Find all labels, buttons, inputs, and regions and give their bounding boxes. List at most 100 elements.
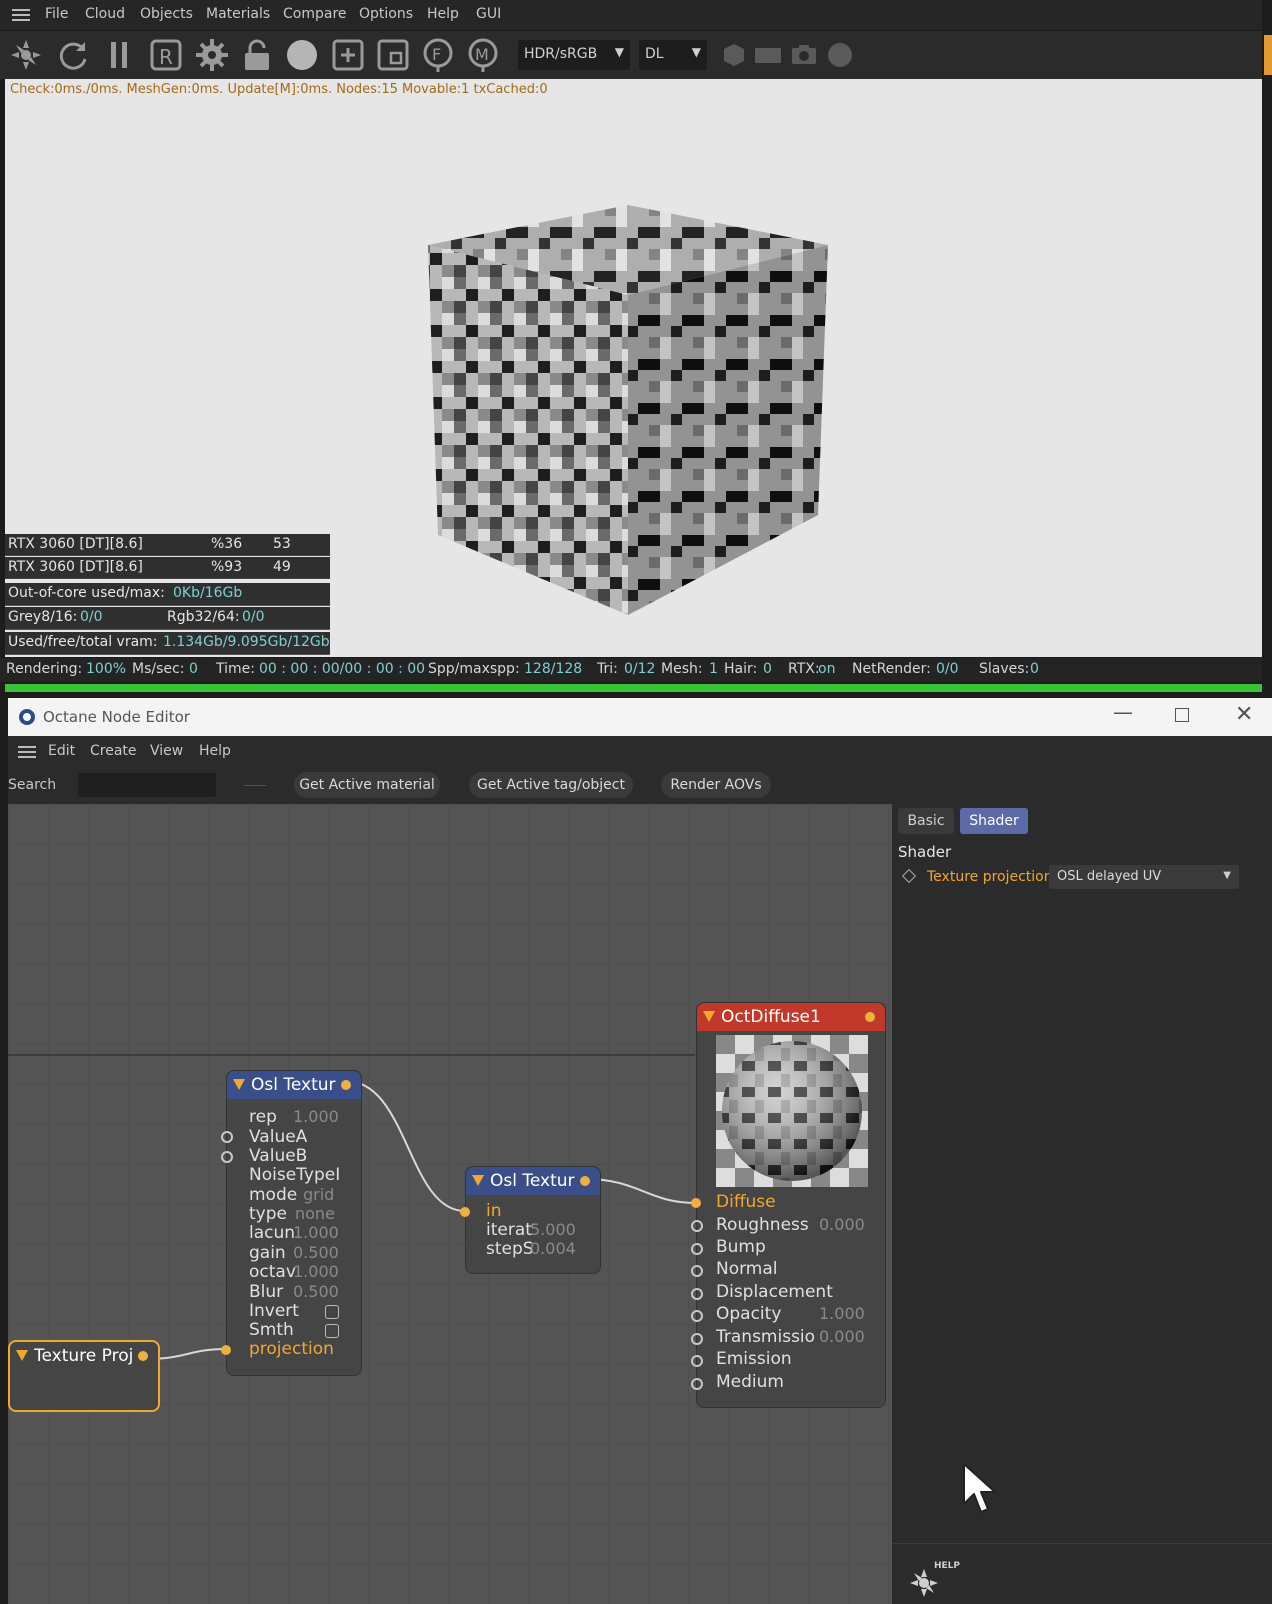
gear-icon[interactable] (194, 37, 230, 73)
node-header[interactable]: Texture Proj (10, 1342, 158, 1370)
search-input[interactable] (78, 773, 216, 797)
color-mode-select[interactable]: HDR/sRGB ▼ (518, 40, 630, 70)
rectangle-icon[interactable] (750, 37, 786, 73)
input-pin[interactable] (221, 1345, 231, 1355)
param-label: Blur (249, 1282, 284, 1302)
kernel-select[interactable]: DL ▼ (639, 40, 707, 70)
hamburger-menu-icon[interactable] (12, 6, 30, 24)
f-icon[interactable]: F (420, 37, 456, 73)
input-pin[interactable] (691, 1378, 703, 1390)
svg-text:R: R (159, 45, 173, 69)
invert-checkbox[interactable] (325, 1305, 339, 1319)
render-aovs-button[interactable]: Render AOVs (661, 772, 771, 798)
output-pin[interactable] (580, 1176, 590, 1186)
param-value[interactable]: 0.000 (819, 1327, 865, 1346)
region-icon[interactable] (375, 37, 411, 73)
collapse-triangle-icon[interactable] (472, 1175, 484, 1186)
menu-materials[interactable]: Materials (206, 6, 270, 22)
input-pin[interactable] (691, 1265, 703, 1277)
collapse-triangle-icon[interactable] (703, 1011, 715, 1022)
param-label: NoiseTypeI (249, 1165, 341, 1185)
texture-projection-select[interactable]: OSL delayed UV ▼ (1049, 865, 1239, 889)
input-pin[interactable] (691, 1333, 703, 1345)
r-icon[interactable]: R (148, 37, 184, 73)
param-value[interactable]: 1.000 (819, 1304, 865, 1323)
oct-diffuse-node[interactable]: OctDiffuse1 Diffuse Roughness 0.000 Bump… (691, 1002, 886, 1408)
ne-menu-create[interactable]: Create (90, 743, 137, 759)
menu-options[interactable]: Options (359, 6, 413, 22)
sphere-icon[interactable] (284, 37, 320, 73)
param-value[interactable]: 5.000 (530, 1220, 576, 1239)
param-value[interactable]: 0.000 (819, 1215, 865, 1234)
circle-icon[interactable] (822, 37, 858, 73)
output-pin[interactable] (138, 1351, 148, 1361)
param-value[interactable]: grid (303, 1185, 334, 1204)
smooth-checkbox[interactable] (325, 1324, 339, 1338)
param-value[interactable]: 0.500 (293, 1282, 339, 1301)
param-label: in (486, 1201, 502, 1221)
add-region-icon[interactable] (330, 37, 366, 73)
input-pin[interactable] (691, 1198, 701, 1208)
camera-icon[interactable] (786, 37, 822, 73)
param-value[interactable]: none (295, 1204, 335, 1223)
get-active-material-button[interactable]: Get Active material (294, 772, 440, 798)
param-value[interactable]: 1.000 (293, 1262, 339, 1281)
param-value[interactable]: 0.500 (293, 1243, 339, 1262)
m-icon[interactable]: M (465, 37, 501, 73)
minimize-icon[interactable]: — (1113, 700, 1133, 724)
input-pin[interactable] (221, 1131, 233, 1143)
osl-texture-node[interactable]: Osl Textur in iterat 5.000 stepS 0.004 (460, 1166, 601, 1274)
ne-menu-edit[interactable]: Edit (48, 743, 75, 759)
param-label: stepS (486, 1239, 534, 1259)
menu-help[interactable]: Help (427, 6, 459, 22)
input-pin[interactable] (691, 1288, 703, 1300)
texture-projection-node[interactable]: Texture Proj (8, 1340, 160, 1412)
octane-logo-icon[interactable] (8, 37, 44, 73)
collapse-triangle-icon[interactable] (16, 1350, 28, 1361)
ne-menu-help[interactable]: Help (199, 743, 231, 759)
hamburger-menu-icon[interactable] (18, 743, 36, 761)
input-pin[interactable] (691, 1355, 703, 1367)
input-pin[interactable] (691, 1310, 703, 1322)
menu-objects[interactable]: Objects (140, 6, 193, 22)
collapse-triangle-icon[interactable] (233, 1079, 245, 1090)
param-label: Opacity (716, 1304, 782, 1324)
node-header[interactable]: OctDiffuse1 (697, 1003, 885, 1031)
refresh-icon[interactable] (55, 37, 91, 73)
input-pin[interactable] (691, 1220, 703, 1232)
time-value: 00 : 00 : 00/00 : 00 : 00 (259, 661, 426, 677)
param-label: type (249, 1204, 287, 1224)
osl-texture-node[interactable]: Osl Textur rep 1.000 ValueA ValueB Noise… (221, 1070, 362, 1376)
hexagon-icon[interactable] (716, 37, 752, 73)
node-editor-titlebar[interactable]: Octane Node Editor — ✕ (8, 698, 1272, 736)
menu-file[interactable]: File (45, 6, 68, 22)
menu-gui[interactable]: GUI (476, 6, 501, 22)
node-graph-canvas[interactable]: Osl Textur rep 1.000 ValueA ValueB Noise… (8, 804, 892, 1604)
param-label: Diffuse (716, 1192, 776, 1212)
input-pin[interactable] (691, 1243, 703, 1255)
menu-cloud[interactable]: Cloud (85, 6, 125, 22)
output-pin[interactable] (341, 1080, 351, 1090)
get-active-tag-object-button[interactable]: Get Active tag/object (469, 772, 633, 798)
maximize-icon[interactable] (1175, 708, 1189, 722)
param-value[interactable]: 0.004 (530, 1239, 576, 1258)
input-pin[interactable] (460, 1207, 470, 1217)
param-value[interactable]: 1.000 (293, 1223, 339, 1242)
texture-cache-row: Grey8/16: 0/0 Rgb32/64: 0/0 (5, 607, 330, 630)
node-title: Osl Textur (251, 1075, 336, 1095)
close-icon[interactable]: ✕ (1235, 702, 1253, 727)
tab-shader[interactable]: Shader (960, 808, 1028, 834)
input-pin[interactable] (221, 1151, 233, 1163)
output-pin[interactable] (865, 1012, 875, 1022)
keyframe-diamond-icon[interactable] (901, 868, 917, 884)
param-label: mode (249, 1185, 298, 1205)
lock-icon[interactable] (239, 37, 275, 73)
menu-compare[interactable]: Compare (283, 6, 347, 22)
ne-menu-view[interactable]: View (150, 743, 183, 759)
param-value[interactable]: 1.000 (293, 1107, 339, 1126)
pause-icon[interactable] (102, 37, 138, 73)
grey-value: 0/0 (80, 609, 103, 625)
vram-row: Used/free/total vram: 1.134Gb/9.095Gb/12… (5, 632, 330, 655)
tab-basic[interactable]: Basic (898, 808, 954, 834)
panel-divider (892, 1543, 1272, 1544)
